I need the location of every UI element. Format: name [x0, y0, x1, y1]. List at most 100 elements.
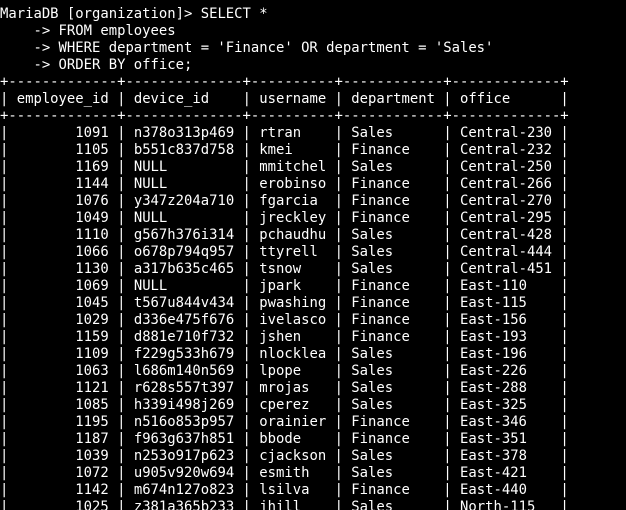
table-row: | 1063 | l686m140n569 | lpope | Sales | …	[0, 363, 569, 379]
cell-device_id: f963g637h851	[133, 431, 235, 447]
cell-office: East-440	[460, 482, 527, 498]
table-row: | 1049 | NULL | jreckley | Finance | Cen…	[0, 210, 569, 226]
table-row: | 1121 | r628s557t397 | mrojas | Sales |…	[0, 380, 569, 396]
cell-office: East-110	[460, 278, 527, 294]
table-row: | 1142 | m674n127o823 | lsilva | Finance…	[0, 482, 569, 498]
cell-employee_id: 1105	[75, 142, 109, 158]
cell-department: Finance	[351, 482, 410, 498]
cell-department: Sales	[351, 244, 394, 260]
cell-employee_id: 1110	[75, 227, 109, 243]
query-line: -> FROM employees	[0, 23, 176, 39]
cell-department: Sales	[351, 159, 394, 175]
cell-username: cjackson	[259, 448, 327, 464]
table-row: | 1187 | f963g637h851 | bbode | Finance …	[0, 431, 569, 447]
cell-office: North-115	[460, 499, 536, 510]
cell-employee_id: 1066	[75, 244, 109, 260]
cell-employee_id: 1039	[75, 448, 109, 464]
cell-employee_id: 1085	[75, 397, 109, 413]
cell-office: East-115	[460, 295, 527, 311]
cell-device_id: l686m140n569	[133, 363, 235, 379]
cell-department: Finance	[351, 142, 410, 158]
cell-department: Sales	[351, 380, 394, 396]
cell-device_id: NULL	[133, 159, 168, 175]
cell-employee_id: 1159	[75, 329, 109, 345]
cell-office: Central-428	[460, 227, 553, 243]
cell-office: Central-230	[460, 125, 553, 141]
cell-employee_id: 1025	[75, 499, 109, 510]
cell-username: pwashing	[259, 295, 327, 311]
table-row: | 1045 | t567u844v434 | pwashing | Finan…	[0, 295, 569, 311]
cell-office: East-421	[460, 465, 527, 481]
cell-department: Sales	[351, 125, 394, 141]
cell-employee_id: 1130	[75, 261, 109, 277]
cell-office: Central-295	[460, 210, 553, 226]
cell-username: lpope	[259, 363, 302, 379]
cell-department: Sales	[351, 465, 394, 481]
cell-username: mrojas	[259, 380, 310, 396]
cell-username: jshen	[259, 329, 302, 345]
cell-device_id: d881e710f732	[133, 329, 235, 345]
cell-department: Sales	[351, 227, 394, 243]
cell-department: Finance	[351, 431, 410, 447]
column-header-department: department	[351, 91, 435, 107]
cell-username: kmei	[259, 142, 293, 158]
cell-department: Sales	[351, 261, 394, 277]
cell-device_id: t567u844v434	[133, 295, 235, 311]
cell-office: East-351	[460, 431, 527, 447]
cell-device_id: r628s557t397	[133, 380, 235, 396]
column-header-device_id: device_id	[133, 91, 210, 107]
cell-department: Finance	[351, 176, 410, 192]
cell-device_id: o678p794q957	[133, 244, 235, 260]
cell-device_id: f229g533h679	[133, 346, 235, 362]
table-row: | 1085 | h339i498j269 | cperez | Sales |…	[0, 397, 569, 413]
cell-employee_id: 1121	[75, 380, 109, 396]
cell-department: Finance	[351, 295, 410, 311]
column-header-username: username	[259, 91, 327, 107]
cell-employee_id: 1109	[75, 346, 109, 362]
cell-username: erobinso	[259, 176, 327, 192]
cell-device_id: m674n127o823	[133, 482, 235, 498]
cell-employee_id: 1063	[75, 363, 109, 379]
cell-employee_id: 1045	[75, 295, 109, 311]
mariadb-prompt: MariaDB [organization]>	[0, 6, 201, 22]
cell-username: jreckley	[259, 210, 327, 226]
cell-username: bbode	[259, 431, 302, 447]
cell-office: East-196	[460, 346, 527, 362]
cell-device_id: g567h376i314	[133, 227, 235, 243]
cell-office: East-346	[460, 414, 527, 430]
cell-office: Central-444	[460, 244, 553, 260]
cell-device_id: z381a365b233	[133, 499, 235, 510]
cell-department: Finance	[351, 329, 410, 345]
query-line: -> ORDER BY office;	[0, 57, 193, 73]
cell-office: East-193	[460, 329, 527, 345]
cell-office: East-226	[460, 363, 527, 379]
cell-employee_id: 1187	[75, 431, 109, 447]
table-border: +-------------+--------------+----------…	[0, 74, 569, 90]
cell-username: rtran	[259, 125, 302, 141]
cell-username: fgarcia	[259, 193, 318, 209]
result-table: +-------------+--------------+----------…	[0, 74, 626, 510]
cell-employee_id: 1076	[75, 193, 109, 209]
table-row: | 1025 | z381a365b233 | jhill | Sales | …	[0, 499, 626, 510]
prompt-line: MariaDB [organization]> SELECT *	[0, 6, 626, 23]
cell-username: pchaudhu	[259, 227, 327, 243]
cell-username: tsnow	[259, 261, 302, 277]
cell-department: Sales	[351, 448, 394, 464]
cell-employee_id: 1169	[75, 159, 109, 175]
cell-office: Central-250	[460, 159, 553, 175]
cell-device_id: y347z204a710	[133, 193, 235, 209]
table-header: | employee_id | device_id | username | d…	[0, 91, 569, 107]
cell-username: orainier	[259, 414, 327, 430]
cell-device_id: n253o917p623	[133, 448, 235, 464]
cell-device_id: NULL	[133, 278, 168, 294]
cell-username: nlocklea	[259, 346, 327, 362]
table-row: | 1130 | a317b635c465 | tsnow | Sales | …	[0, 261, 569, 277]
query-line: -> WHERE department = 'Finance' OR depar…	[0, 40, 494, 56]
cell-employee_id: 1142	[75, 482, 109, 498]
cell-device_id: h339i498j269	[133, 397, 235, 413]
terminal-window[interactable]: MariaDB [organization]> SELECT * -> FROM…	[0, 6, 626, 510]
cell-device_id: u905v920w694	[133, 465, 235, 481]
cell-office: Central-232	[460, 142, 553, 158]
table-row: | 1091 | n378o313p469 | rtran | Sales | …	[0, 125, 569, 141]
table-row: | 1110 | g567h376i314 | pchaudhu | Sales…	[0, 227, 569, 243]
